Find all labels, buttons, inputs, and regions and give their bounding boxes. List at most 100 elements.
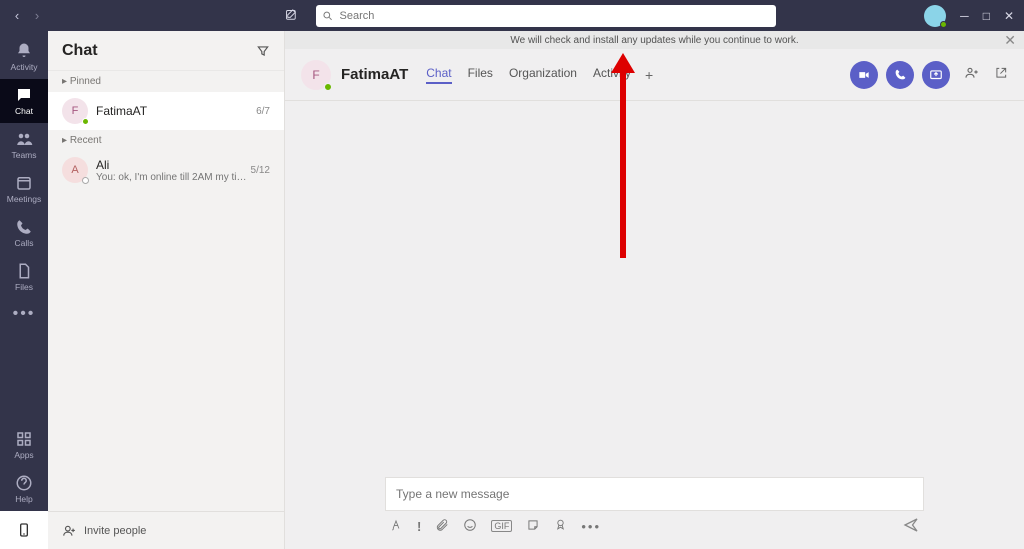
- more-tools-button[interactable]: •••: [581, 519, 601, 534]
- message-composer: ! GIF •••: [285, 477, 1024, 549]
- invite-icon: [62, 524, 76, 538]
- add-people-button[interactable]: [964, 65, 980, 84]
- rail-help[interactable]: Help: [0, 467, 48, 511]
- nav-back-button[interactable]: ‹: [10, 8, 24, 23]
- chat-name: Ali: [96, 158, 251, 172]
- presence-offline-icon: [82, 177, 89, 184]
- section-pinned-label[interactable]: ▸ Pinned: [48, 71, 284, 92]
- invite-label: Invite people: [84, 525, 146, 537]
- rail-more[interactable]: •••: [0, 299, 48, 329]
- emoji-button[interactable]: [463, 518, 477, 535]
- presence-available-icon: [940, 21, 947, 28]
- chat-entry-fatimaat[interactable]: F FatimaAT 6/7: [48, 92, 284, 130]
- rail-label: Calls: [15, 238, 34, 248]
- rail-chat[interactable]: Chat: [0, 79, 48, 123]
- tab-activity[interactable]: Activity: [593, 66, 631, 84]
- window-minimize-button[interactable]: ─: [960, 9, 969, 23]
- calendar-icon: [15, 174, 33, 192]
- praise-button[interactable]: [554, 518, 567, 534]
- chat-main: We will check and install any updates wh…: [285, 31, 1024, 549]
- format-button[interactable]: [389, 518, 403, 535]
- invite-people-button[interactable]: Invite people: [48, 511, 284, 549]
- tab-chat[interactable]: Chat: [426, 66, 451, 84]
- rail-label: Apps: [14, 450, 33, 460]
- chat-entry-ali[interactable]: A Ali You: ok, I'm online till 2AM my ti…: [48, 151, 284, 189]
- chat-list-title: Chat: [62, 42, 98, 60]
- rail-label: Activity: [11, 62, 38, 72]
- search-input[interactable]: [340, 10, 770, 22]
- badge-icon: [554, 518, 567, 531]
- update-banner: We will check and install any updates wh…: [285, 31, 1024, 49]
- chat-header: F FatimaAT Chat Files Organization Activ…: [285, 49, 1024, 101]
- compose-box[interactable]: [385, 477, 924, 511]
- rail-meetings[interactable]: Meetings: [0, 167, 48, 211]
- message-area: [285, 101, 1024, 477]
- add-tab-button[interactable]: +: [645, 67, 653, 83]
- chat-name: FatimaAT: [96, 104, 256, 118]
- teams-icon: [15, 130, 33, 148]
- rail-mobile-button[interactable]: [0, 511, 48, 549]
- phone-icon: [15, 218, 33, 236]
- sticker-button[interactable]: [526, 518, 540, 535]
- help-icon: [15, 474, 33, 492]
- video-call-button[interactable]: [850, 61, 878, 89]
- avatar: F: [62, 98, 88, 124]
- phone-icon: [894, 68, 907, 81]
- chat-preview: You: ok, I'm online till 2AM my time, an…: [96, 172, 251, 183]
- paperclip-icon: [435, 518, 449, 532]
- title-bar: ‹ › ─ □ ✕: [0, 0, 1024, 31]
- compose-input[interactable]: [396, 487, 913, 501]
- format-icon: [389, 518, 403, 532]
- chat-date: 6/7: [256, 106, 270, 117]
- rail-apps[interactable]: Apps: [0, 423, 48, 467]
- chat-date: 5/12: [251, 165, 270, 176]
- conversation-title: FatimaAT: [341, 66, 408, 83]
- window-close-button[interactable]: ✕: [1004, 9, 1014, 23]
- nav-forward-button[interactable]: ›: [30, 8, 44, 23]
- screen-share-button[interactable]: [922, 61, 950, 89]
- emoji-icon: [463, 518, 477, 532]
- presence-available-icon: [324, 83, 332, 91]
- rail-calls[interactable]: Calls: [0, 211, 48, 255]
- rail-label: Files: [15, 282, 33, 292]
- section-recent-label[interactable]: ▸ Recent: [48, 130, 284, 151]
- avatar: A: [62, 157, 88, 183]
- mobile-icon: [16, 522, 32, 538]
- priority-button[interactable]: !: [417, 519, 421, 534]
- search-box[interactable]: [316, 5, 776, 27]
- banner-close-button[interactable]: ✕: [1004, 31, 1016, 49]
- gif-button[interactable]: GIF: [491, 520, 512, 532]
- chat-icon: [15, 86, 33, 104]
- header-avatar[interactable]: F: [301, 60, 331, 90]
- search-icon: [322, 10, 334, 22]
- tab-files[interactable]: Files: [468, 66, 493, 84]
- add-people-icon: [964, 65, 980, 81]
- send-icon: [902, 516, 920, 534]
- rail-label: Teams: [11, 150, 36, 160]
- my-avatar[interactable]: [924, 5, 946, 27]
- popout-button[interactable]: [994, 66, 1008, 83]
- new-message-button[interactable]: [276, 5, 306, 27]
- window-maximize-button[interactable]: □: [983, 9, 990, 23]
- attach-button[interactable]: [435, 518, 449, 535]
- ellipsis-icon: •••: [13, 305, 36, 323]
- file-icon: [15, 262, 33, 280]
- video-icon: [857, 68, 871, 82]
- rail-files[interactable]: Files: [0, 255, 48, 299]
- rail-activity[interactable]: Activity: [0, 35, 48, 79]
- rail-teams[interactable]: Teams: [0, 123, 48, 167]
- banner-text: We will check and install any updates wh…: [510, 35, 798, 46]
- popout-icon: [994, 66, 1008, 80]
- rail-label: Meetings: [7, 194, 42, 204]
- rail-label: Chat: [15, 106, 33, 116]
- apps-icon: [15, 430, 33, 448]
- audio-call-button[interactable]: [886, 61, 914, 89]
- tab-organization[interactable]: Organization: [509, 66, 577, 84]
- bell-icon: [15, 42, 33, 60]
- presence-available-icon: [82, 118, 89, 125]
- filter-icon[interactable]: [256, 44, 270, 58]
- app-rail: Activity Chat Teams Meetings Calls Files…: [0, 31, 48, 549]
- chat-list-panel: Chat ▸ Pinned F FatimaAT 6/7 ▸ Recent A …: [48, 31, 285, 549]
- rail-label: Help: [15, 494, 32, 504]
- send-button[interactable]: [902, 516, 920, 537]
